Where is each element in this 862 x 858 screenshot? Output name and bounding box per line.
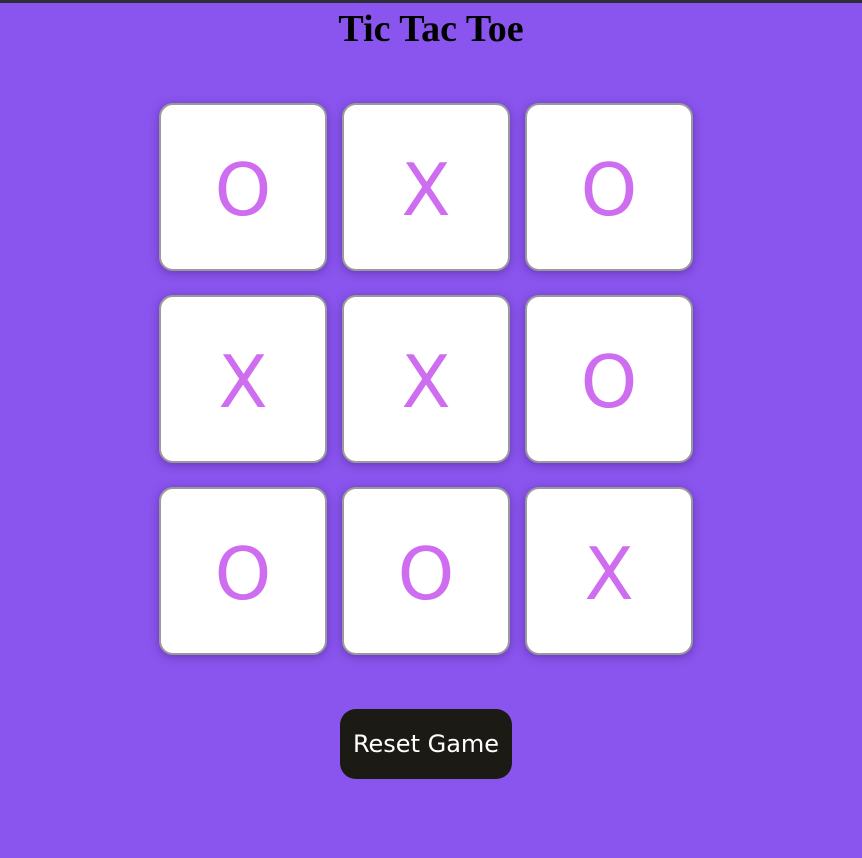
board-cell[interactable]: O <box>525 295 693 463</box>
board-cell[interactable]: X <box>342 103 510 271</box>
board-cell[interactable]: O <box>342 487 510 655</box>
board-cell[interactable]: X <box>525 487 693 655</box>
board-cell[interactable]: O <box>159 487 327 655</box>
board-cell[interactable]: X <box>342 295 510 463</box>
game-board: O X O X X O O O X <box>159 103 693 657</box>
board-cell[interactable]: X <box>159 295 327 463</box>
board-cell[interactable]: O <box>159 103 327 271</box>
board-cell[interactable]: O <box>525 103 693 271</box>
reset-game-button[interactable]: Reset Game <box>340 709 512 779</box>
page-title: Tic Tac Toe <box>338 8 524 50</box>
